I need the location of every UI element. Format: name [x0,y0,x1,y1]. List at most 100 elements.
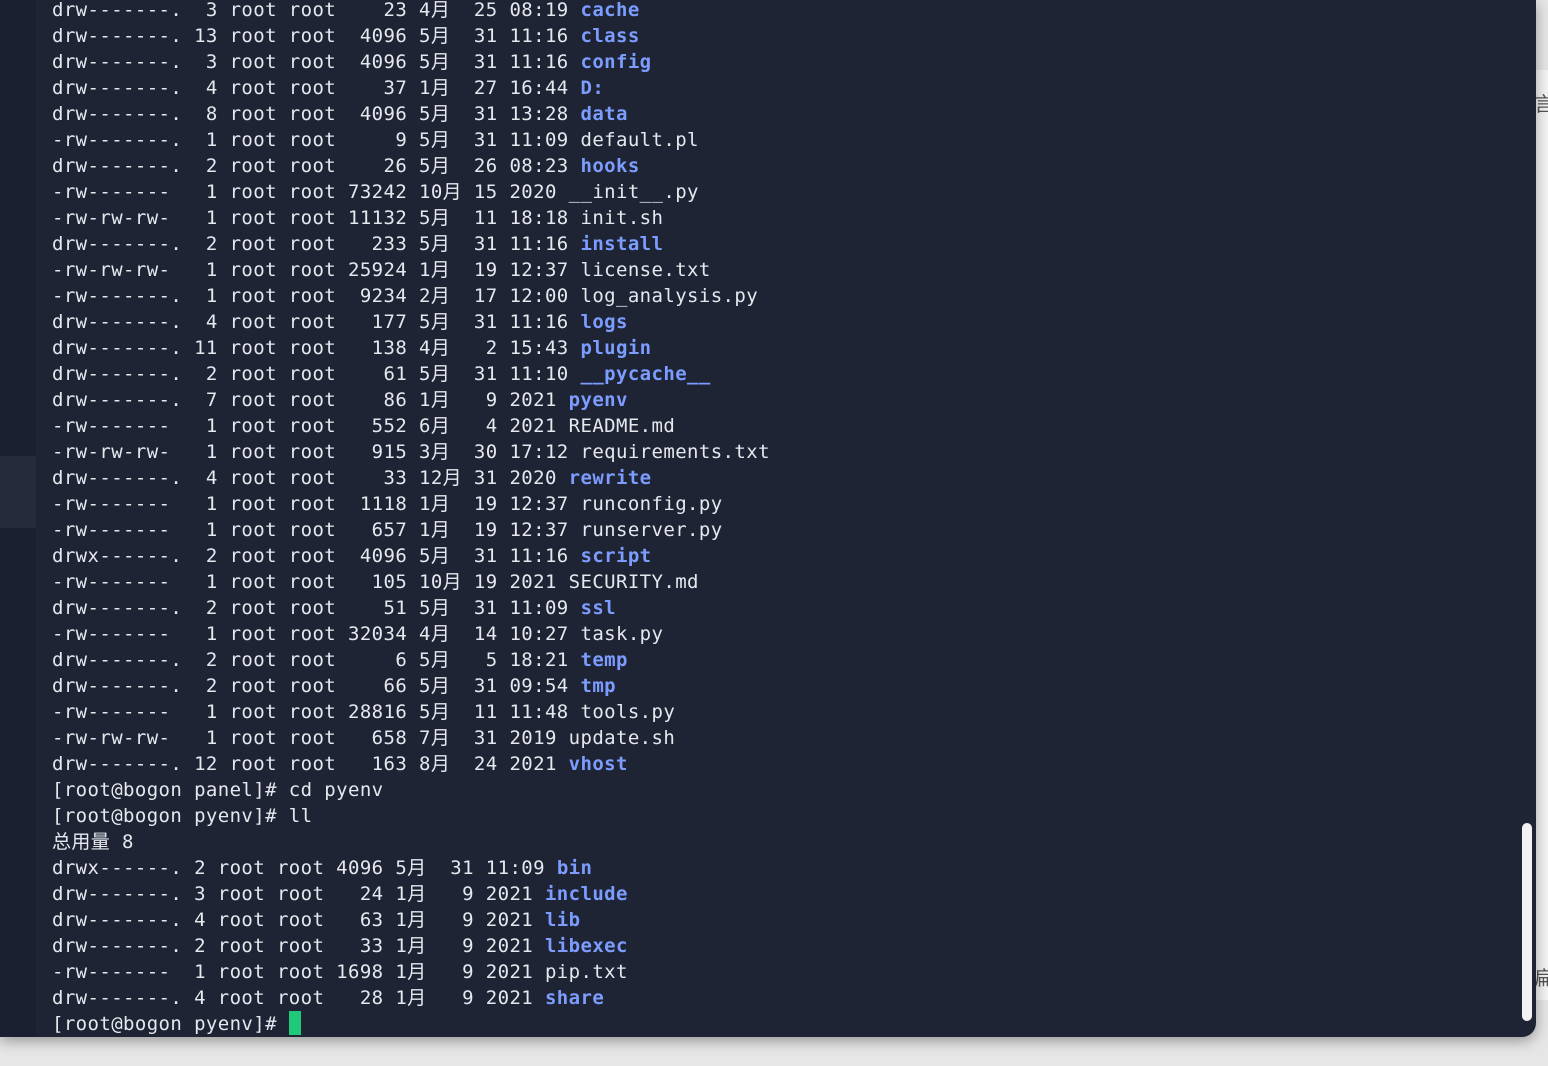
listing-row: drw-------. 3 root root 4096 5月 31 11:16… [52,49,1496,75]
directory-name: class [580,25,640,47]
file-name: init.sh [580,207,664,229]
file-metadata: drw-------. 4 root root 63 1月 9 2021 [52,909,545,931]
directory-name: bin [556,857,593,879]
listing-row: drw-------. 13 root root 4096 5月 31 11:1… [52,23,1496,49]
file-metadata: drw-------. 8 root root 4096 5月 31 13:28 [52,103,581,125]
file-metadata: -rw-rw-rw- 1 root root 915 3月 30 17:12 [52,441,581,463]
terminal-output[interactable]: drw-------. 3 root root 23 4月 25 08:19 c… [52,0,1496,1037]
file-metadata: drw-------. 2 root root 26 5月 26 08:23 [52,155,581,177]
directory-name: __pycache__ [580,363,711,385]
directory-name: D: [580,77,605,99]
listing-row: drw-------. 7 root root 86 1月 9 2021 pye… [52,387,1496,413]
file-metadata: drw-------. 7 root root 86 1月 9 2021 [52,389,569,411]
directory-name: vhost [568,753,628,775]
file-metadata: drw-------. 2 root root 6 5月 5 18:21 [52,649,581,671]
file-metadata: drw-------. 3 root root 24 1月 9 2021 [52,883,545,905]
file-metadata: -rw------- 1 root root 28816 5月 11 11:48 [52,701,581,723]
file-metadata: drw-------. 3 root root 23 4月 25 08:19 [52,0,581,21]
file-metadata: drwx------. 2 root root 4096 5月 31 11:09 [52,857,557,879]
file-metadata: -rw------- 1 root root 1118 1月 19 12:37 [52,493,581,515]
command-line: [root@bogon pyenv]# ll [52,803,1496,829]
terminal-window[interactable]: drw-------. 3 root root 23 4月 25 08:19 c… [0,0,1536,1037]
file-metadata: drw-------. 4 root root 33 12月 31 2020 [52,467,569,489]
file-name: runconfig.py [580,493,723,515]
file-metadata: drw-------. 12 root root 163 8月 24 2021 [52,753,569,775]
listing-row: drw-------. 4 root root 33 12月 31 2020 r… [52,465,1496,491]
file-metadata: drw-------. 4 root root 177 5月 31 11:16 [52,311,581,333]
file-metadata: drw-------. 3 root root 4096 5月 31 11:16 [52,51,581,73]
directory-name: config [580,51,652,73]
file-metadata: -rw-------. 1 root root 9234 2月 17 12:00 [52,285,581,307]
listing-row: -rw------- 1 root root 32034 4月 14 10:27… [52,621,1496,647]
listing-row: drwx------. 2 root root 4096 5月 31 11:16… [52,543,1496,569]
file-name: license.txt [580,259,711,281]
active-prompt-line[interactable]: [root@bogon pyenv]# [52,1011,1496,1037]
listing-row: drw-------. 2 root root 61 5月 31 11:10 _… [52,361,1496,387]
listing-row: -rw------- 1 root root 105 10月 19 2021 S… [52,569,1496,595]
directory-name: libexec [544,935,628,957]
listing-row: -rw-rw-rw- 1 root root 25924 1月 19 12:37… [52,257,1496,283]
directory-listing-pyenv: drwx------. 2 root root 4096 5月 31 11:09… [52,855,1496,1011]
background-window-glyph: 扁 [1534,966,1548,990]
file-name: requirements.txt [580,441,770,463]
directory-listing-panel: drw-------. 3 root root 23 4月 25 08:19 c… [52,0,1496,777]
file-metadata: drw-------. 2 root root 66 5月 31 09:54 [52,675,581,697]
terminal-scrollbar[interactable] [1522,823,1532,1021]
file-name: update.sh [568,727,676,749]
listing-row: -rw------- 1 root root 1118 1月 19 12:37 … [52,491,1496,517]
directory-name: plugin [580,337,652,359]
file-metadata: -rw-------. 1 root root 9 5月 31 11:09 [52,129,581,151]
directory-name: logs [580,311,628,333]
listing-row: drw-------. 11 root root 138 4月 2 15:43 … [52,335,1496,361]
shell-prompt: [root@bogon panel]# [52,779,289,801]
listing-row: -rw------- 1 root root 1698 1月 9 2021 pi… [52,959,1496,985]
desktop: 言 扁 drw-------. 3 root root 23 4月 25 08:… [0,0,1548,1066]
command-line: [root@bogon panel]# cd pyenv [52,777,1496,803]
listing-row: drw-------. 2 root root 6 5月 5 18:21 tem… [52,647,1496,673]
file-metadata: -rw-rw-rw- 1 root root 658 7月 31 2019 [52,727,569,749]
command-text: ll [288,805,313,827]
listing-row: drw-------. 8 root root 4096 5月 31 13:28… [52,101,1496,127]
listing-row: -rw------- 1 root root 28816 5月 11 11:48… [52,699,1496,725]
file-name: README.md [568,415,676,437]
file-name: tools.py [580,701,676,723]
terminal-side-highlight [0,456,36,528]
listing-row: drw-------. 4 root root 177 5月 31 11:16 … [52,309,1496,335]
directory-name: tmp [580,675,617,697]
file-metadata: -rw------- 1 root root 1698 1月 9 2021 [52,961,545,983]
file-metadata: drw-------. 4 root root 37 1月 27 16:44 [52,77,581,99]
directory-name: share [544,987,605,1009]
total-line: 总用量 8 [52,831,134,853]
directory-name: hooks [580,155,640,177]
file-metadata: drw-------. 4 root root 28 1月 9 2021 [52,987,545,1009]
listing-row: drw-------. 3 root root 24 1月 9 2021 inc… [52,881,1496,907]
listing-row: drw-------. 2 root root 26 5月 26 08:23 h… [52,153,1496,179]
shell-prompt: [root@bogon pyenv]# [52,805,289,827]
listing-row: drw-------. 2 root root 66 5月 31 09:54 t… [52,673,1496,699]
command-text: cd pyenv [288,779,384,801]
file-name: log_analysis.py [580,285,759,307]
background-window-glyph: 言 [1534,92,1548,116]
file-metadata: -rw------- 1 root root 105 10月 19 2021 [52,571,569,593]
file-metadata: -rw------- 1 root root 657 1月 19 12:37 [52,519,581,541]
file-name: SECURITY.md [568,571,699,593]
listing-row: drw-------. 2 root root 51 5月 31 11:09 s… [52,595,1496,621]
listing-row: -rw-rw-rw- 1 root root 915 3月 30 17:12 r… [52,439,1496,465]
file-name: default.pl [580,129,699,151]
listing-row: -rw-rw-rw- 1 root root 658 7月 31 2019 up… [52,725,1496,751]
file-metadata: -rw-rw-rw- 1 root root 25924 1月 19 12:37 [52,259,581,281]
file-name: task.py [580,623,664,645]
directory-name: rewrite [568,467,652,489]
file-metadata: drw-------. 2 root root 233 5月 31 11:16 [52,233,581,255]
listing-row: -rw------- 1 root root 552 6月 4 2021 REA… [52,413,1496,439]
listing-row: drw-------. 2 root root 233 5月 31 11:16 … [52,231,1496,257]
directory-name: temp [580,649,628,671]
directory-name: pyenv [568,389,628,411]
file-metadata: drw-------. 2 root root 51 5月 31 11:09 [52,597,581,619]
listing-row: drw-------. 3 root root 23 4月 25 08:19 c… [52,0,1496,23]
listing-row: -rw------- 1 root root 657 1月 19 12:37 r… [52,517,1496,543]
listing-row: drw-------. 2 root root 33 1月 9 2021 lib… [52,933,1496,959]
file-metadata: drwx------. 2 root root 4096 5月 31 11:16 [52,545,581,567]
file-name: pip.txt [544,961,628,983]
directory-name: include [544,883,628,905]
